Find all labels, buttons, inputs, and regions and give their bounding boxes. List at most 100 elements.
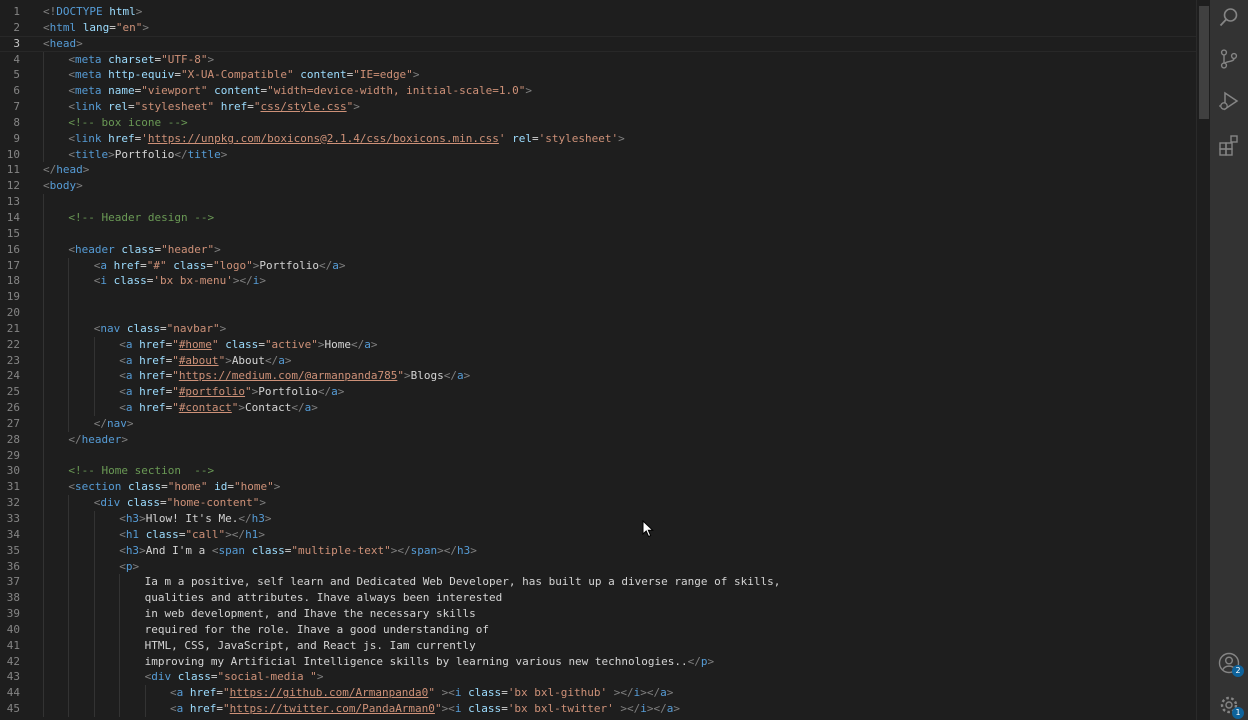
code-line[interactable]: 36 <p> (0, 558, 1196, 575)
editor-vertical-scrollbar[interactable] (1196, 0, 1211, 720)
code-line[interactable]: 28 </header> (0, 431, 1196, 448)
search-icon[interactable] (1218, 6, 1240, 28)
code-token: " (397, 369, 404, 383)
code-line[interactable]: 23 <a href="#about">About</a> (0, 352, 1196, 369)
code-line[interactable]: 21 <nav class="navbar"> (0, 320, 1196, 337)
indent-guide (93, 606, 95, 622)
code-token: > (121, 432, 129, 446)
indent-guide (93, 685, 95, 702)
accounts-icon[interactable]: 2 (1218, 652, 1244, 677)
code-token: "multiple-text" (291, 543, 391, 557)
code-line[interactable]: 5 <meta http-equiv="X-UA-Compatible" cont… (0, 67, 1196, 84)
code-token: </ (317, 385, 332, 399)
code-line[interactable]: 35 <h3>And I'm a <span class="multiple-te… (0, 542, 1196, 559)
line-code: <h3>Hlow! It's Me.</h3> (119, 511, 271, 527)
vscode-window: 1 <!DOCTYPE html> 2 <html lang="en"> 3 <head>… (0, 0, 1248, 720)
indent-guide (93, 653, 95, 670)
indent-guide (43, 241, 44, 258)
code-line[interactable]: 38 qualities and attributes. Ihave always… (0, 590, 1196, 607)
indent-guide (68, 511, 70, 527)
code-line[interactable]: 26 <a href="#contact">Contact</a> (0, 400, 1196, 416)
line-number: 45 (6, 702, 20, 716)
code-token: = (160, 321, 167, 335)
line-number: 19 (6, 290, 20, 304)
code-token: https://twitter.com/PandaArman0 (229, 702, 435, 716)
line-number: 3 (13, 36, 20, 50)
code-line[interactable]: 15 (0, 225, 1196, 242)
code-token: span (218, 543, 246, 557)
code-token: > (139, 543, 146, 557)
code-line[interactable]: 25 <a href="#portfolio">Portfolio</a> (0, 384, 1196, 401)
line-code: <!-- box icone --> (68, 115, 187, 131)
line-number: 24 (6, 369, 20, 383)
scrollbar-thumb[interactable] (1199, 6, 1209, 119)
code-line[interactable]: 10 <title>Portfolio</title> (0, 146, 1196, 163)
code-line[interactable]: 31 <section class="home" id="home"> (0, 479, 1196, 496)
gear-icon[interactable]: 1 (1218, 694, 1244, 719)
indent-guide (119, 590, 121, 607)
indent-guide (68, 558, 70, 575)
code-line[interactable]: 33 <h3>Hlow! It's Me.</h3> (0, 511, 1196, 527)
line-number: 40 (6, 622, 20, 636)
code-token: = (140, 258, 147, 272)
code-line[interactable]: 39 in web development, and Ihave the nece… (0, 606, 1196, 622)
indent-guide (68, 305, 70, 321)
code-line[interactable]: 14 <!-- Header design --> (0, 209, 1196, 226)
code-line[interactable]: 18 <i class='bx bx-menu'></i> (0, 273, 1196, 290)
code-token: > (273, 480, 281, 494)
code-line[interactable]: 7 <link rel="stylesheet" href="css/style.… (0, 99, 1196, 115)
code-editor[interactable]: 1 <!DOCTYPE html> 2 <html lang="en"> 3 <head>… (0, 0, 1196, 720)
code-line[interactable]: 17 <a href="#" class="logo">Portfolio</a> (0, 257, 1196, 274)
code-token: href (220, 100, 248, 114)
code-line[interactable]: 43 <div class="social-media "> (0, 669, 1196, 686)
indent-guide (119, 574, 121, 591)
code-line[interactable]: 45 <a href="https://twitter.com/PandaArma… (0, 701, 1196, 717)
code-token: > (264, 512, 272, 525)
code-token: = (216, 702, 223, 716)
code-token: > (132, 559, 140, 573)
code-line[interactable]: 11 </head> (0, 162, 1196, 178)
line-code: <a href="https://twitter.com/PandaArman0… (170, 701, 680, 717)
code-line[interactable]: 34 <h1 class="call"></h1> (0, 526, 1196, 543)
code-line[interactable]: 13 (0, 194, 1196, 210)
line-code: <link rel="stylesheet" href="css/style.c… (68, 99, 359, 115)
code-line[interactable]: 22 <a href="#home" class="active">Home</a… (0, 336, 1196, 353)
code-line[interactable]: 41 HTML, CSS, JavaScript, and React js. I… (0, 637, 1196, 654)
code-token: "en" (115, 20, 143, 34)
code-token: href (189, 686, 217, 700)
code-token: ></ (613, 686, 634, 700)
code-line[interactable]: 19 (0, 289, 1196, 306)
code-line[interactable]: 44 <a href="https://github.com/Armanpanda… (0, 685, 1196, 702)
code-line[interactable]: 42 improving my Artificial Intelligence s… (0, 653, 1196, 670)
code-token: href (139, 385, 166, 399)
code-line[interactable]: 24 <a href="https://medium.com/@armanpand… (0, 368, 1196, 385)
code-line[interactable]: 12 <body> (0, 178, 1196, 194)
line-number: 38 (6, 591, 20, 605)
code-line[interactable]: 40 required for the role. Ihave a good un… (0, 621, 1196, 638)
code-line[interactable]: 8 <!-- box icone --> (0, 114, 1196, 131)
code-line[interactable]: 37 Ia m a positive, self learn and Dedica… (0, 574, 1196, 591)
code-line[interactable]: 4 <meta charset="UTF-8"> (0, 51, 1196, 68)
code-line[interactable]: 30 <!-- Home section --> (0, 463, 1196, 480)
line-number: 31 (6, 480, 20, 494)
line-code: <!-- Header design --> (68, 210, 214, 226)
code-line[interactable]: 16 <header class="header"> (0, 241, 1196, 258)
line-number: 5 (13, 68, 20, 82)
code-line[interactable]: 32 <div class="home-content"> (0, 495, 1196, 511)
code-line[interactable]: 20 (0, 305, 1196, 321)
line-number: 42 (6, 654, 20, 668)
code-line[interactable]: 1 <!DOCTYPE html> (0, 4, 1196, 20)
code-line[interactable]: 9 <link href='https://unpkg.com/boxicons@… (0, 130, 1196, 147)
code-line[interactable]: 6 <meta name="viewport" content="width=de… (0, 83, 1196, 100)
code-line[interactable]: 29 (0, 447, 1196, 464)
extensions-icon[interactable] (1218, 134, 1240, 156)
code-line[interactable]: 27 </nav> (0, 415, 1196, 432)
indent-guide (119, 621, 121, 638)
source-control-icon[interactable] (1218, 48, 1240, 70)
code-line[interactable]: 2 <html lang="en"> (0, 20, 1196, 36)
code-token: "active" (264, 337, 318, 351)
run-debug-icon[interactable] (1218, 90, 1240, 112)
code-line[interactable]: 3 <head> (0, 36, 1196, 52)
